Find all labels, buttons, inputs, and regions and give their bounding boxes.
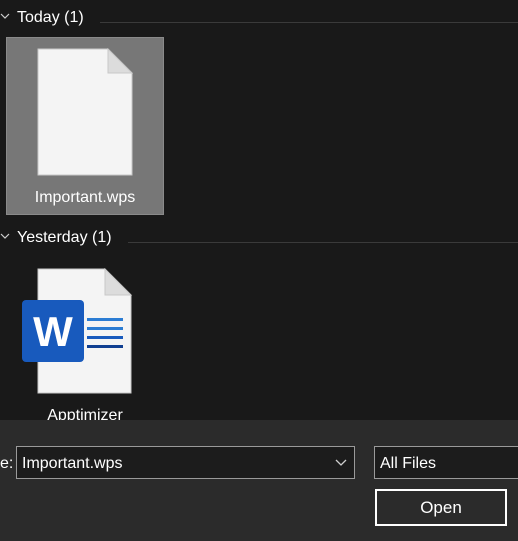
group-title: Yesterday (1) xyxy=(17,229,112,246)
dialog-footer: e: Important.wps All Files Open xyxy=(0,420,518,541)
chevron-down-icon[interactable] xyxy=(0,11,10,21)
file-item-apptimizer[interactable]: W Apptimizer xyxy=(7,258,163,420)
group-header-today[interactable]: Today (1) xyxy=(0,6,518,30)
blank-document-icon xyxy=(37,48,133,176)
file-item-important-wps[interactable]: Important.wps xyxy=(6,37,164,215)
open-file-dialog: Today (1) Important.wps Yesterday (1) W … xyxy=(0,0,518,541)
group-divider xyxy=(100,22,518,23)
open-button[interactable]: Open xyxy=(375,489,507,526)
file-list[interactable]: Today (1) Important.wps Yesterday (1) W … xyxy=(0,0,518,420)
group-title: Today (1) xyxy=(17,9,84,26)
svg-text:W: W xyxy=(33,308,73,355)
file-type-value: All Files xyxy=(380,455,437,472)
filename-label: e: xyxy=(0,455,14,472)
chevron-down-icon[interactable] xyxy=(334,456,348,470)
group-divider xyxy=(128,242,518,243)
filename-combobox[interactable]: Important.wps xyxy=(16,446,355,479)
filename-input[interactable]: Important.wps xyxy=(22,455,122,473)
word-document-icon: W xyxy=(22,268,133,394)
file-name: Apptimizer xyxy=(47,407,123,420)
chevron-down-icon[interactable] xyxy=(0,231,10,241)
group-header-yesterday[interactable]: Yesterday (1) xyxy=(0,226,518,250)
file-name: Important.wps xyxy=(34,189,136,206)
file-type-select[interactable]: All Files xyxy=(374,446,518,479)
